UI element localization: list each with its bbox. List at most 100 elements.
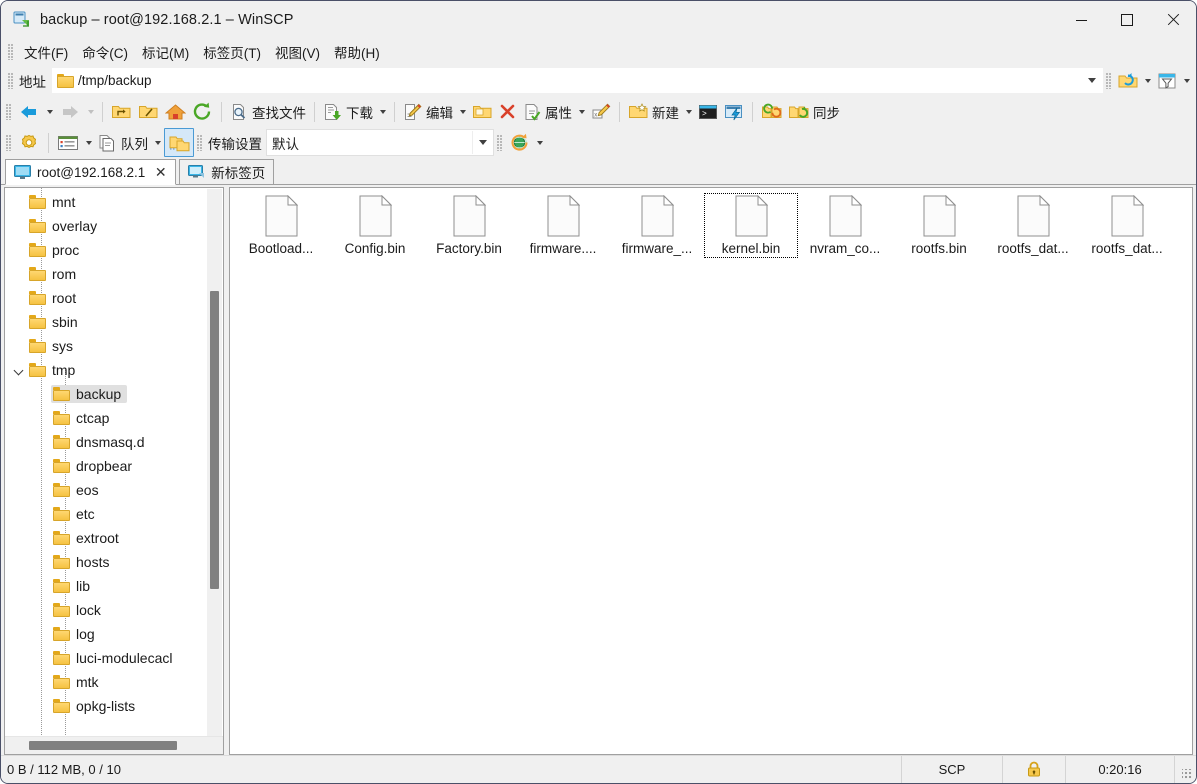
- tree-item-hit[interactable]: eos: [51, 481, 105, 499]
- tree-item-mtk[interactable]: mtk: [5, 670, 223, 694]
- file-item[interactable]: rootfs_dat...: [1080, 192, 1174, 264]
- tree-item-hit[interactable]: opkg-lists: [51, 697, 141, 715]
- duplicate-button[interactable]: [469, 98, 495, 125]
- toolbar-grip[interactable]: [6, 104, 12, 120]
- tree-item-hit[interactable]: overlay: [27, 217, 103, 235]
- tree-item-hit[interactable]: dnsmasq.d: [51, 433, 150, 451]
- tree-item-hit[interactable]: rom: [27, 265, 82, 283]
- menu-grip[interactable]: [8, 44, 14, 60]
- filter-button[interactable]: [1154, 67, 1180, 94]
- tree-item-hit[interactable]: tmp: [27, 361, 81, 379]
- tree-item-hit[interactable]: mnt: [27, 193, 81, 211]
- root-directory-button[interactable]: [135, 98, 162, 125]
- tree-item-mnt[interactable]: mnt: [5, 190, 223, 214]
- tab-session[interactable]: root@192.168.2.1 ✕: [5, 159, 176, 185]
- tree-item-hit[interactable]: root: [27, 289, 82, 307]
- file-item[interactable]: firmware....: [516, 192, 610, 264]
- download-button[interactable]: 下载: [320, 98, 376, 125]
- tree-item-hit[interactable]: hosts: [51, 553, 115, 571]
- tree-item-dropbear[interactable]: dropbear: [5, 454, 223, 478]
- file-list-pane[interactable]: Bootload...Config.binFactory.binfirmware…: [229, 187, 1193, 755]
- tree-item-hit[interactable]: ctcap: [51, 409, 115, 427]
- properties-dropdown[interactable]: [575, 98, 588, 125]
- maximize-button[interactable]: [1104, 1, 1150, 39]
- menu-file[interactable]: 文件(F): [17, 39, 75, 65]
- transfer-settings-grip[interactable]: [197, 135, 203, 151]
- tree-item-hit[interactable]: extroot: [51, 529, 125, 547]
- tree-item-hit[interactable]: backup: [51, 385, 127, 403]
- tree-item-dnsmasq-d[interactable]: dnsmasq.d: [5, 430, 223, 454]
- forward-dropdown[interactable]: [84, 98, 97, 125]
- tree-item-eos[interactable]: eos: [5, 478, 223, 502]
- tree-item-hosts[interactable]: hosts: [5, 550, 223, 574]
- console-button[interactable]: >: [695, 98, 721, 125]
- home-directory-button[interactable]: [162, 98, 189, 125]
- tree-horizontal-scrollbar[interactable]: [5, 736, 223, 754]
- tab-new[interactable]: 新标签页: [179, 159, 274, 185]
- tree-vertical-scrollbar[interactable]: [207, 189, 222, 737]
- minimize-button[interactable]: [1058, 1, 1104, 39]
- menu-mark[interactable]: 标记(M): [135, 39, 196, 65]
- file-item[interactable]: rootfs.bin: [892, 192, 986, 264]
- secondary-toolbar-grip[interactable]: [6, 135, 12, 151]
- resize-grip[interactable]: [1175, 756, 1196, 783]
- tree-item-lock[interactable]: lock: [5, 598, 223, 622]
- tree-item-proc[interactable]: proc: [5, 238, 223, 262]
- edit-button[interactable]: 编辑: [400, 98, 456, 125]
- tree-item-sbin[interactable]: sbin: [5, 310, 223, 334]
- tree-item-hit[interactable]: mtk: [51, 673, 105, 691]
- tree-item-lib[interactable]: lib: [5, 574, 223, 598]
- open-directory-button[interactable]: [1115, 67, 1141, 94]
- forward-button[interactable]: [56, 98, 84, 125]
- refresh-session-grip[interactable]: [497, 135, 503, 151]
- preferences-button[interactable]: [15, 129, 43, 156]
- tree-item-backup[interactable]: backup: [5, 382, 223, 406]
- address-dropdown-button[interactable]: [1081, 68, 1103, 93]
- edit-dropdown[interactable]: [456, 98, 469, 125]
- tree-item-hit[interactable]: sbin: [27, 313, 84, 331]
- parent-directory-button[interactable]: [108, 98, 135, 125]
- tree-item-hit[interactable]: sys: [27, 337, 79, 355]
- tree-item-hit[interactable]: proc: [27, 241, 85, 259]
- tree-item-rom[interactable]: rom: [5, 262, 223, 286]
- tree-collapse-toggle[interactable]: [11, 358, 27, 382]
- tree-item-luci-modulecacl[interactable]: luci-modulecacl: [5, 646, 223, 670]
- menu-help[interactable]: 帮助(H): [327, 39, 387, 65]
- filter-dropdown[interactable]: [1180, 67, 1193, 94]
- synchronize-browsing-button[interactable]: [758, 98, 785, 125]
- tree-item-log[interactable]: log: [5, 622, 223, 646]
- directory-tree[interactable]: mnt overlay proc rom root sbin sys tmp backup ctc…: [5, 188, 223, 736]
- tree-item-overlay[interactable]: overlay: [5, 214, 223, 238]
- view-mode-button[interactable]: [54, 129, 82, 156]
- queue-button[interactable]: 队列: [95, 129, 151, 156]
- properties-button[interactable]: 属性: [520, 98, 575, 125]
- tree-item-root[interactable]: root: [5, 286, 223, 310]
- tree-item-tmp[interactable]: tmp: [5, 358, 223, 382]
- file-item[interactable]: Config.bin: [328, 192, 422, 264]
- tree-item-sys[interactable]: sys: [5, 334, 223, 358]
- address-grip[interactable]: [8, 73, 14, 89]
- address-input[interactable]: /tmp/backup: [52, 68, 1081, 93]
- tree-scroll-thumb[interactable]: [210, 291, 219, 589]
- back-dropdown[interactable]: [43, 98, 56, 125]
- open-directory-dropdown[interactable]: [1141, 67, 1154, 94]
- tree-item-opkg-lists[interactable]: opkg-lists: [5, 694, 223, 718]
- refresh-session-dropdown[interactable]: [533, 129, 546, 156]
- rename-button[interactable]: x: [588, 98, 614, 125]
- find-files-button[interactable]: 查找文件: [227, 98, 309, 125]
- tree-hscroll-thumb[interactable]: [29, 741, 177, 750]
- tab-close-icon[interactable]: ✕: [154, 165, 167, 179]
- delete-button[interactable]: [495, 98, 520, 125]
- tree-item-hit[interactable]: luci-modulecacl: [51, 649, 178, 667]
- tree-item-extroot[interactable]: extroot: [5, 526, 223, 550]
- file-item[interactable]: Bootload...: [234, 192, 328, 264]
- tree-item-hit[interactable]: lib: [51, 577, 96, 595]
- tree-item-hit[interactable]: lock: [51, 601, 107, 619]
- tree-item-hit[interactable]: etc: [51, 505, 101, 523]
- file-item[interactable]: kernel.bin: [704, 192, 798, 264]
- address-tools-grip[interactable]: [1106, 73, 1112, 89]
- keep-remote-directory-button[interactable]: [164, 128, 194, 157]
- refresh-session-button[interactable]: [506, 129, 533, 156]
- view-mode-dropdown[interactable]: [82, 129, 95, 156]
- tree-item-hit[interactable]: log: [51, 625, 101, 643]
